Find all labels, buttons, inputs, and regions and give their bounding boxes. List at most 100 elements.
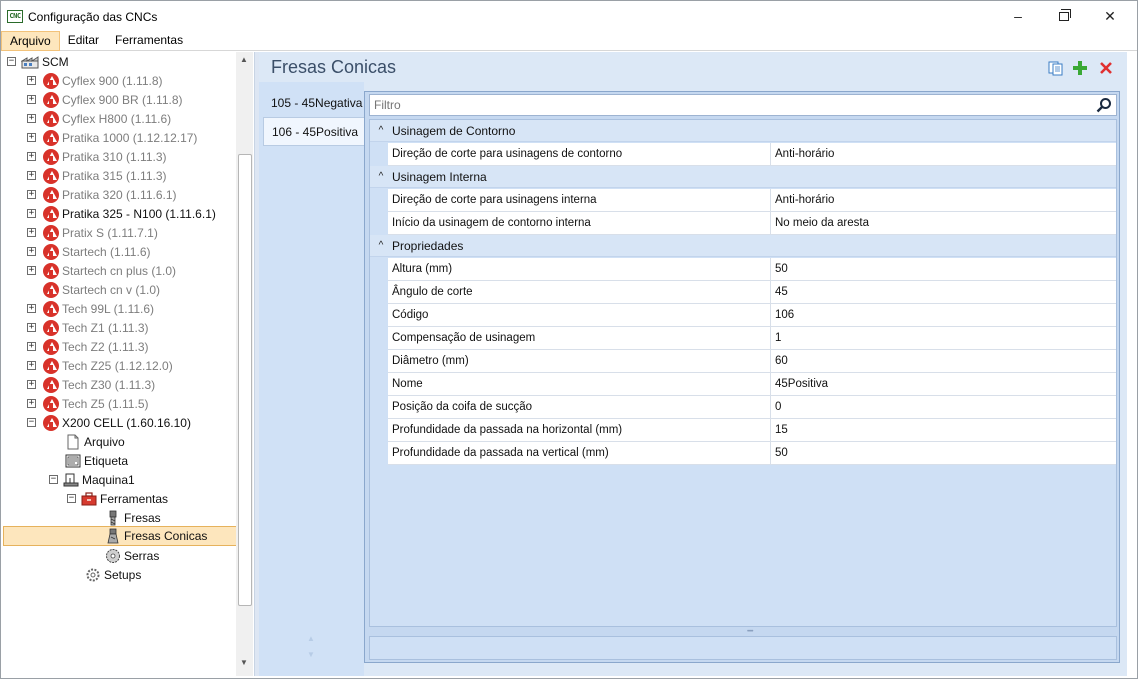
- expand-icon[interactable]: +: [27, 209, 36, 218]
- property-row[interactable]: Nome 45Positiva: [388, 373, 1116, 396]
- expand-icon[interactable]: +: [27, 323, 36, 332]
- expand-icon[interactable]: +: [27, 399, 36, 408]
- property-value[interactable]: Anti-horário: [771, 189, 1116, 211]
- collapse-caret-icon[interactable]: ^: [370, 125, 392, 136]
- tree-machine-item[interactable]: + Pratika 320 (1.11.6.1): [27, 185, 177, 204]
- search-icon[interactable]: [1096, 97, 1112, 113]
- expand-icon[interactable]: +: [27, 95, 36, 104]
- expand-icon[interactable]: +: [27, 361, 36, 370]
- menu-arquivo[interactable]: Arquivo: [1, 31, 60, 51]
- tab-scroll-up-icon[interactable]: ▲: [307, 634, 315, 643]
- property-value[interactable]: 60: [771, 350, 1116, 372]
- tree-machine-item[interactable]: + Tech Z5 (1.11.5): [27, 394, 148, 413]
- tree-machine-item[interactable]: + Pratix S (1.11.7.1): [27, 223, 158, 242]
- property-value[interactable]: 1: [771, 327, 1116, 349]
- property-value[interactable]: 0: [771, 396, 1116, 418]
- tree-item-maquina1[interactable]: − Maquina1: [49, 470, 135, 489]
- property-row[interactable]: Compensação de usinagem 1: [388, 327, 1116, 350]
- tree-item-fresas[interactable]: Fresas: [105, 508, 161, 527]
- collapse-icon[interactable]: −: [7, 57, 16, 66]
- main-window: CNC Configuração das CNCs – ✕ Arquivo Ed…: [0, 0, 1138, 679]
- category-row[interactable]: ^ Usinagem de Contorno: [370, 120, 1116, 142]
- property-value[interactable]: 15: [771, 419, 1116, 441]
- tree-machine-item[interactable]: + Pratika 1000 (1.12.12.17): [27, 128, 197, 147]
- collapse-icon[interactable]: −: [67, 494, 76, 503]
- tree-machine-item[interactable]: + Cyflex 900 (1.11.8): [27, 71, 163, 90]
- tab-106-45positiva[interactable]: 106 - 45Positiva: [263, 117, 364, 146]
- expand-icon[interactable]: +: [27, 190, 36, 199]
- tree-machine-item[interactable]: + Startech cn plus (1.0): [27, 261, 176, 280]
- property-row[interactable]: Diâmetro (mm) 60: [388, 350, 1116, 373]
- tree-item-ferramentas[interactable]: − Ferramentas: [67, 489, 168, 508]
- expand-icon[interactable]: +: [27, 304, 36, 313]
- menu-editar[interactable]: Editar: [60, 31, 107, 51]
- tree-machine-item[interactable]: + Pratika 315 (1.11.3): [27, 166, 167, 185]
- tree-machine-item[interactable]: + Tech Z30 (1.11.3): [27, 375, 155, 394]
- scroll-up-icon[interactable]: ▲: [240, 55, 248, 64]
- tree-machine-item[interactable]: + Pratika 325 - N100 (1.11.6.1): [27, 204, 216, 223]
- tree-machine-item[interactable]: Startech cn v (1.0): [27, 280, 160, 299]
- scrollbar-thumb[interactable]: [238, 154, 252, 606]
- property-value[interactable]: Anti-horário: [771, 143, 1116, 165]
- resize-grip-icon[interactable]: •••••: [747, 629, 753, 635]
- property-value[interactable]: 50: [771, 258, 1116, 280]
- property-row[interactable]: Direção de corte para usinagens de conto…: [388, 143, 1116, 166]
- filter-input[interactable]: [370, 95, 1070, 115]
- close-button[interactable]: ✕: [1087, 1, 1133, 31]
- copy-button[interactable]: [1047, 59, 1065, 77]
- property-value[interactable]: 45: [771, 281, 1116, 303]
- property-value[interactable]: 106: [771, 304, 1116, 326]
- tree-scrollbar[interactable]: ▲ ▼: [236, 52, 253, 676]
- tree-machine-item[interactable]: − X200 CELL (1.60.16.10): [27, 413, 191, 432]
- collapse-caret-icon[interactable]: ^: [370, 240, 392, 251]
- expand-icon[interactable]: +: [27, 133, 36, 142]
- delete-button[interactable]: [1097, 59, 1115, 77]
- property-value[interactable]: 50: [771, 442, 1116, 464]
- property-row[interactable]: Profundidade da passada na horizontal (m…: [388, 419, 1116, 442]
- expand-icon[interactable]: +: [27, 171, 36, 180]
- tree-machine-item[interactable]: + Tech Z25 (1.12.12.0): [27, 356, 173, 375]
- tree-machine-item[interactable]: + Tech Z1 (1.11.3): [27, 318, 148, 337]
- property-row[interactable]: Posição da coifa de sucção 0: [388, 396, 1116, 419]
- scroll-down-icon[interactable]: ▼: [240, 658, 248, 667]
- property-value[interactable]: 45Positiva: [771, 373, 1116, 395]
- expand-icon[interactable]: +: [27, 76, 36, 85]
- expand-icon[interactable]: +: [27, 380, 36, 389]
- tree-item-arquivo[interactable]: Arquivo: [65, 432, 125, 451]
- maximize-button[interactable]: [1041, 1, 1087, 31]
- property-row[interactable]: Início da usinagem de contorno interna No…: [388, 212, 1116, 235]
- tree-machine-item[interactable]: + Cyflex H800 (1.11.6): [27, 109, 171, 128]
- add-button[interactable]: [1071, 59, 1089, 77]
- property-row[interactable]: Altura (mm) 50: [388, 258, 1116, 281]
- tree-machine-item[interactable]: + Cyflex 900 BR (1.11.8): [27, 90, 183, 109]
- minimize-button[interactable]: –: [995, 1, 1041, 31]
- tree-machine-item[interactable]: + Startech (1.11.6): [27, 242, 151, 261]
- property-row[interactable]: Profundidade da passada na vertical (mm)…: [388, 442, 1116, 465]
- tab-scroll-down-icon[interactable]: ▼: [307, 650, 315, 659]
- category-row[interactable]: ^ Usinagem Interna: [370, 166, 1116, 188]
- property-row[interactable]: Direção de corte para usinagens interna A…: [388, 189, 1116, 212]
- tree-item-setups[interactable]: Setups: [85, 565, 141, 584]
- tree-item-serras[interactable]: Serras: [105, 546, 159, 565]
- expand-icon[interactable]: +: [27, 152, 36, 161]
- expand-icon[interactable]: +: [27, 228, 36, 237]
- tree-item-etiqueta[interactable]: Etiqueta: [65, 451, 128, 470]
- category-row[interactable]: ^ Propriedades: [370, 235, 1116, 257]
- tree-item-fresas-conicas[interactable]: Fresas Conicas: [3, 526, 238, 546]
- tab-105-45negativa[interactable]: 105 - 45Negativa: [263, 89, 364, 118]
- tree-root-scm[interactable]: − SCM: [7, 52, 69, 71]
- tree-machine-item[interactable]: + Tech Z2 (1.11.3): [27, 337, 148, 356]
- expand-icon[interactable]: +: [27, 247, 36, 256]
- expand-icon[interactable]: +: [27, 114, 36, 123]
- tree-machine-item[interactable]: + Pratika 310 (1.11.3): [27, 147, 167, 166]
- property-row[interactable]: Ângulo de corte 45: [388, 281, 1116, 304]
- tree-machine-item[interactable]: + Tech 99L (1.11.6): [27, 299, 154, 318]
- expand-icon[interactable]: +: [27, 266, 36, 275]
- collapse-icon[interactable]: −: [49, 475, 58, 484]
- property-row[interactable]: Código 106: [388, 304, 1116, 327]
- property-value[interactable]: No meio da aresta: [771, 212, 1116, 234]
- expand-icon[interactable]: +: [27, 342, 36, 351]
- collapse-caret-icon[interactable]: ^: [370, 171, 392, 182]
- menu-ferramentas[interactable]: Ferramentas: [107, 31, 191, 51]
- collapse-icon[interactable]: −: [27, 418, 36, 427]
